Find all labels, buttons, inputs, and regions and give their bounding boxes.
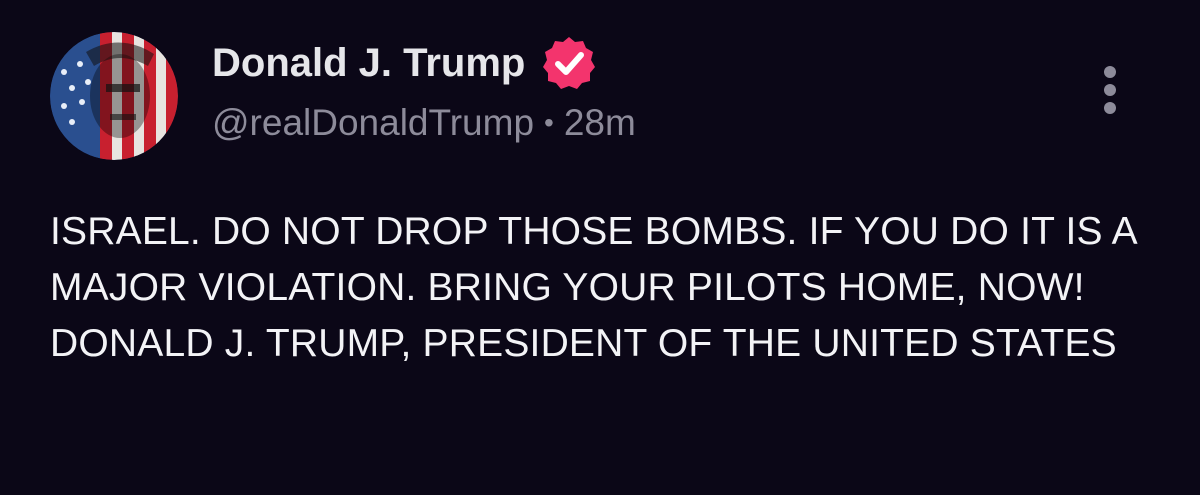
verified-badge-icon xyxy=(539,33,599,93)
post-card: Donald J. Trump @realDonaldTrump • 28m I… xyxy=(0,0,1200,495)
author-display-name[interactable]: Donald J. Trump xyxy=(212,38,525,88)
avatar-image xyxy=(50,32,178,160)
avatar[interactable] xyxy=(50,32,178,160)
author-row: Donald J. Trump xyxy=(212,37,599,89)
meta-separator: • xyxy=(544,107,554,138)
more-vertical-icon xyxy=(1104,66,1116,114)
more-options-button[interactable] xyxy=(1094,62,1126,122)
author-handle[interactable]: @realDonaldTrump xyxy=(212,102,534,144)
handle-row: @realDonaldTrump • 28m xyxy=(212,99,636,147)
post-timestamp[interactable]: 28m xyxy=(564,102,636,144)
post-text: ISRAEL. DO NOT DROP THOSE BOMBS. IF YOU … xyxy=(50,210,1136,365)
